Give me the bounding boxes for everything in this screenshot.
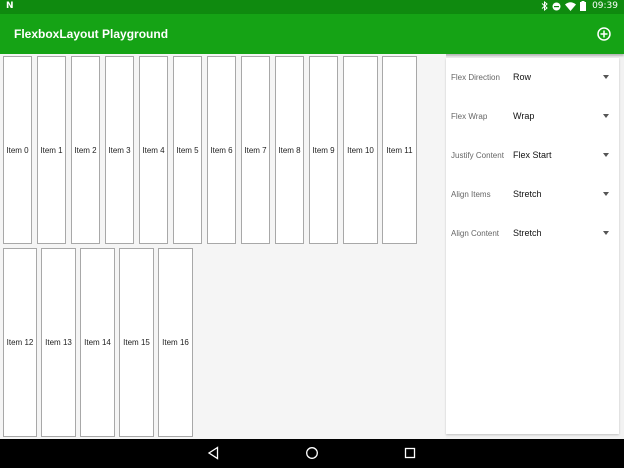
flex-item[interactable]: Item 5 xyxy=(173,56,202,244)
do-not-disturb-icon xyxy=(552,2,561,10)
flex-item[interactable]: Item 2 xyxy=(71,56,100,244)
flex-item[interactable]: Item 11 xyxy=(382,56,417,244)
flex-item[interactable]: Item 9 xyxy=(309,56,338,244)
align-content-row[interactable]: Align Content Stretch xyxy=(446,224,619,244)
dropdown-arrow-icon[interactable] xyxy=(603,231,609,235)
flexbox-container: Item 0 Item 1 Item 2 Item 3 Item 4 Item … xyxy=(0,54,446,439)
align-content-value[interactable]: Stretch xyxy=(513,228,542,238)
back-icon[interactable] xyxy=(207,446,219,460)
dropdown-arrow-icon[interactable] xyxy=(603,153,609,157)
flex-item[interactable]: Item 4 xyxy=(139,56,168,244)
bluetooth-icon xyxy=(541,1,548,11)
flex-item[interactable]: Item 16 xyxy=(158,248,193,437)
flex-wrap-value[interactable]: Wrap xyxy=(513,111,534,121)
flex-item[interactable]: Item 6 xyxy=(207,56,236,244)
flex-item[interactable]: Item 8 xyxy=(275,56,304,244)
flex-item[interactable]: Item 10 xyxy=(343,56,378,244)
flex-item[interactable]: Item 1 xyxy=(37,56,66,244)
status-bar: N 09:39 xyxy=(0,0,624,14)
flex-item[interactable]: Item 12 xyxy=(3,248,37,437)
settings-panel: Flex Direction Row Flex Wrap Wrap Justif… xyxy=(446,58,619,434)
justify-content-value[interactable]: Flex Start xyxy=(513,150,552,160)
flex-direction-row[interactable]: Flex Direction Row xyxy=(446,68,619,88)
dropdown-arrow-icon[interactable] xyxy=(603,192,609,196)
flex-item[interactable]: Item 3 xyxy=(105,56,134,244)
dropdown-arrow-icon[interactable] xyxy=(603,75,609,79)
flex-item[interactable]: Item 0 xyxy=(3,56,32,244)
flex-wrap-row[interactable]: Flex Wrap Wrap xyxy=(446,107,619,127)
status-icons: 09:39 xyxy=(541,1,618,11)
app-title: FlexboxLayout Playground xyxy=(14,27,169,41)
align-items-row[interactable]: Align Items Stretch xyxy=(446,185,619,205)
clock: 09:39 xyxy=(592,1,618,11)
wifi-icon xyxy=(565,1,577,11)
align-items-value[interactable]: Stretch xyxy=(513,189,542,199)
flex-direction-value[interactable]: Row xyxy=(513,72,531,82)
align-content-label: Align Content xyxy=(451,229,500,238)
battery-icon xyxy=(580,1,587,11)
notification-icon: N xyxy=(6,1,14,11)
align-items-label: Align Items xyxy=(451,190,491,199)
navigation-bar xyxy=(0,439,624,468)
justify-content-row[interactable]: Justify Content Flex Start xyxy=(446,146,619,166)
flex-wrap-label: Flex Wrap xyxy=(451,112,488,121)
dropdown-arrow-icon[interactable] xyxy=(603,114,609,118)
recents-icon[interactable] xyxy=(404,446,416,460)
flex-item[interactable]: Item 14 xyxy=(80,248,115,437)
flex-direction-label: Flex Direction xyxy=(451,73,500,82)
home-icon[interactable] xyxy=(305,446,319,460)
justify-content-label: Justify Content xyxy=(451,151,504,160)
flex-item[interactable]: Item 7 xyxy=(241,56,270,244)
flex-item[interactable]: Item 15 xyxy=(119,248,154,437)
flex-item[interactable]: Item 13 xyxy=(41,248,76,437)
app-bar: FlexboxLayout Playground xyxy=(0,14,624,54)
add-circle-icon[interactable] xyxy=(596,26,612,42)
